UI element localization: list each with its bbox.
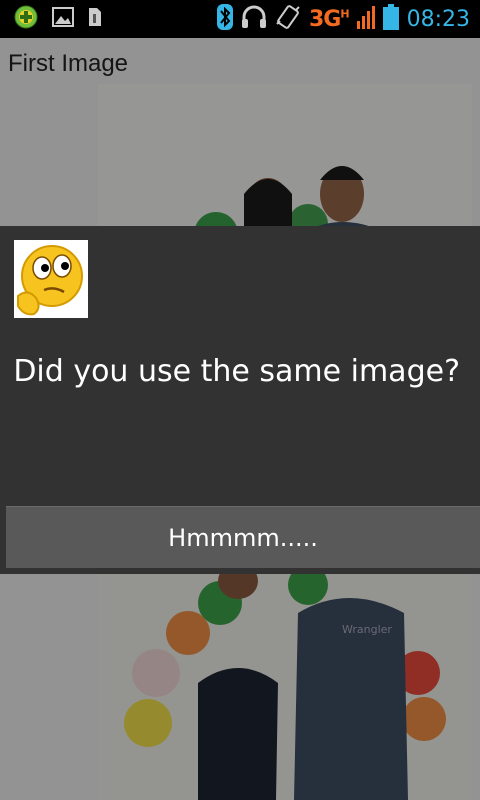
- thinking-face-icon: [14, 240, 88, 318]
- hmmm-button[interactable]: Hmmmm.....: [6, 506, 480, 568]
- notification-icons: [0, 5, 102, 33]
- status-bar: 3GH 08:23: [0, 0, 480, 38]
- signal-icon: [356, 5, 375, 33]
- file-notification-icon: [88, 7, 102, 31]
- dialog-message: Did you use the same image?: [13, 354, 460, 389]
- headset-icon: [241, 5, 267, 33]
- clock: 08:23: [406, 6, 470, 32]
- bluetooth-icon: [217, 4, 233, 34]
- battery-icon: [382, 4, 399, 34]
- system-icons: 3GH 08:23: [217, 4, 480, 34]
- network-type: 3GH: [309, 6, 350, 32]
- add-notification-icon: [14, 5, 38, 33]
- alert-dialog: Did you use the same image? Hmmmm.....: [0, 226, 480, 574]
- image-notification-icon: [52, 7, 74, 31]
- vibrate-icon: [275, 4, 301, 34]
